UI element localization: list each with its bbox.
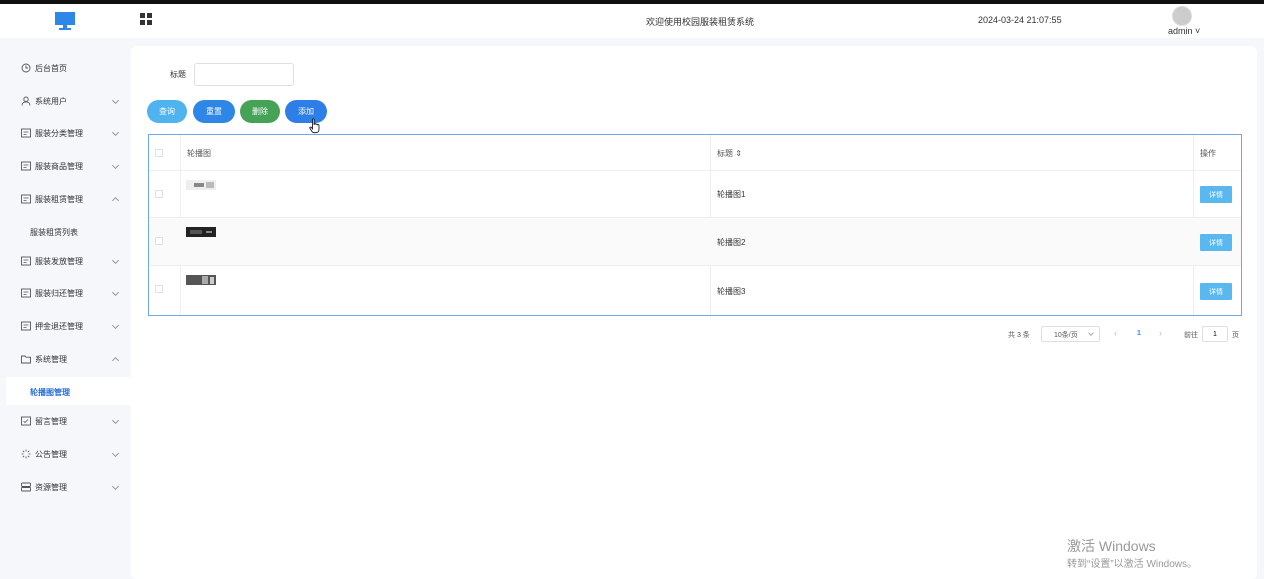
carousel-table: 轮播图 标题 ⇕ 操作 轮播图1 详情 轮播图2 详情 轮播图3 详情 — [148, 134, 1242, 316]
title-search-input[interactable] — [194, 63, 294, 86]
sidebar-item-label: 服装发放管理 — [35, 257, 83, 266]
chevron-down-icon — [1088, 330, 1094, 336]
page-size-select[interactable]: 10条/页 — [1041, 326, 1100, 342]
column-header-image: 轮播图 — [187, 149, 211, 158]
chevron-down-icon — [111, 161, 120, 170]
chevron-down-icon — [111, 321, 120, 330]
server-icon — [21, 482, 31, 492]
grid-menu-icon[interactable] — [140, 13, 152, 25]
sidebar-item-label: 系统管理 — [35, 355, 67, 364]
message-icon — [21, 416, 31, 426]
carousel-thumbnail[interactable] — [186, 227, 216, 237]
sidebar-item-label: 服装租赁管理 — [35, 195, 83, 204]
loading-icon — [21, 449, 31, 459]
sidebar-item-label: 押金退还管理 — [35, 322, 83, 331]
row-title: 轮播图1 — [717, 190, 746, 199]
sidebar-item-label: 系统用户 — [35, 97, 67, 106]
chevron-down-icon — [111, 128, 120, 137]
user-menu[interactable]: admin ˅ — [1168, 26, 1200, 36]
sidebar-item-system-users[interactable]: 系统用户 — [0, 90, 131, 112]
column-header-title[interactable]: 标题 ⇕ — [717, 148, 742, 159]
detail-button[interactable]: 详情 — [1200, 283, 1232, 300]
list-icon — [21, 194, 31, 204]
sidebar-item-label: 后台首页 — [35, 64, 67, 73]
current-page[interactable]: 1 — [1137, 330, 1141, 337]
sidebar-item-label: 公告管理 — [35, 450, 67, 459]
sidebar-item-system[interactable]: 系统管理 — [0, 348, 131, 370]
page-title: 欢迎使用校园服装租赁系统 — [645, 17, 754, 27]
pagination-total: 共 3 条 — [1008, 332, 1030, 339]
row-checkbox[interactable] — [155, 237, 163, 245]
chevron-up-icon — [111, 356, 120, 365]
sidebar-item-goods[interactable]: 服装商品管理 — [0, 155, 131, 177]
list-icon — [21, 288, 31, 298]
clock-icon — [21, 63, 31, 73]
top-bar: 欢迎使用校园服装租赁系统 2024-03-24 21:07:55 admin ˅ — [0, 0, 1264, 38]
sidebar-item-resources[interactable]: 资源管理 — [0, 476, 131, 498]
table-row: 轮播图3 详情 — [149, 266, 1241, 315]
search-label: 标题 — [170, 70, 186, 79]
list-icon — [21, 161, 31, 171]
row-title: 轮播图3 — [717, 287, 746, 296]
detail-button[interactable]: 详情 — [1200, 234, 1232, 251]
detail-button[interactable]: 详情 — [1200, 186, 1232, 203]
sidebar-item-issue[interactable]: 服装发放管理 — [0, 250, 131, 272]
column-header-actions: 操作 — [1200, 149, 1216, 158]
row-checkbox[interactable] — [155, 190, 163, 198]
sidebar-item-label: 轮播图管理 — [30, 388, 70, 397]
delete-button[interactable]: 删除 — [240, 100, 280, 123]
chevron-up-icon — [111, 196, 120, 205]
sidebar-item-rental[interactable]: 服装租赁管理 — [0, 188, 131, 210]
list-icon — [21, 256, 31, 266]
current-datetime: 2024-03-24 21:07:55 — [978, 15, 1062, 25]
chevron-down-icon — [111, 416, 120, 425]
list-icon — [21, 128, 31, 138]
sidebar: 后台首页 系统用户 服装分类管理 服装商品管理 服装租赁管理 服装租赁列表 服装… — [0, 38, 131, 579]
prev-page-button[interactable]: ‹ — [1114, 328, 1117, 338]
sidebar-item-label: 服装租赁列表 — [30, 228, 78, 237]
goto-page-input[interactable] — [1202, 326, 1228, 342]
sidebar-item-return[interactable]: 服装归还管理 — [0, 282, 131, 304]
list-icon — [21, 321, 31, 331]
sidebar-item-notices[interactable]: 公告管理 — [0, 443, 131, 465]
row-title: 轮播图2 — [717, 238, 746, 247]
chevron-down-icon — [111, 482, 120, 491]
sidebar-item-deposit[interactable]: 押金退还管理 — [0, 315, 131, 337]
windows-activation-hint: 转到“设置”以激活 Windows。 — [1067, 559, 1198, 570]
page-suffix: 页 — [1232, 332, 1239, 339]
main-panel: 标题 查询 重置 删除 添加 轮播图 标题 ⇕ 操作 轮播图1 详情 轮播图2 … — [131, 46, 1257, 579]
user-icon — [21, 96, 31, 106]
sidebar-item-label: 服装商品管理 — [35, 162, 83, 171]
chevron-down-icon — [111, 288, 120, 297]
reset-button[interactable]: 重置 — [193, 100, 235, 123]
sidebar-item-label: 服装分类管理 — [35, 129, 83, 138]
next-page-button[interactable]: › — [1159, 328, 1162, 338]
avatar[interactable] — [1172, 6, 1192, 26]
sidebar-item-category[interactable]: 服装分类管理 — [0, 122, 131, 144]
sidebar-subitem-carousel[interactable]: 轮播图管理 — [6, 377, 131, 405]
page-size-value: 10条/页 — [1054, 332, 1078, 339]
select-all-checkbox[interactable] — [155, 149, 163, 157]
row-checkbox[interactable] — [155, 285, 163, 293]
chevron-down-icon — [111, 96, 120, 105]
table-header: 轮播图 标题 ⇕ 操作 — [149, 135, 1241, 171]
carousel-thumbnail[interactable] — [186, 180, 216, 190]
table-row: 轮播图2 详情 — [149, 218, 1241, 266]
folder-icon — [21, 355, 31, 364]
sidebar-item-messages[interactable]: 留言管理 — [0, 410, 131, 432]
windows-activation-watermark: 激活 Windows — [1067, 538, 1156, 554]
sidebar-item-home[interactable]: 后台首页 — [0, 57, 131, 79]
sidebar-item-label: 服装归还管理 — [35, 289, 83, 298]
carousel-thumbnail[interactable] — [186, 275, 216, 285]
sidebar-item-label: 留言管理 — [35, 417, 67, 426]
chevron-down-icon — [111, 449, 120, 458]
sidebar-subitem-rental-list[interactable]: 服装租赁列表 — [0, 217, 131, 245]
goto-label: 前往 — [1184, 332, 1198, 339]
hand-cursor-icon — [309, 118, 320, 134]
chevron-down-icon — [111, 256, 120, 265]
sidebar-item-label: 资源管理 — [35, 483, 67, 492]
query-button[interactable]: 查询 — [147, 100, 187, 123]
table-row: 轮播图1 详情 — [149, 171, 1241, 218]
monitor-logo-icon — [55, 12, 75, 30]
